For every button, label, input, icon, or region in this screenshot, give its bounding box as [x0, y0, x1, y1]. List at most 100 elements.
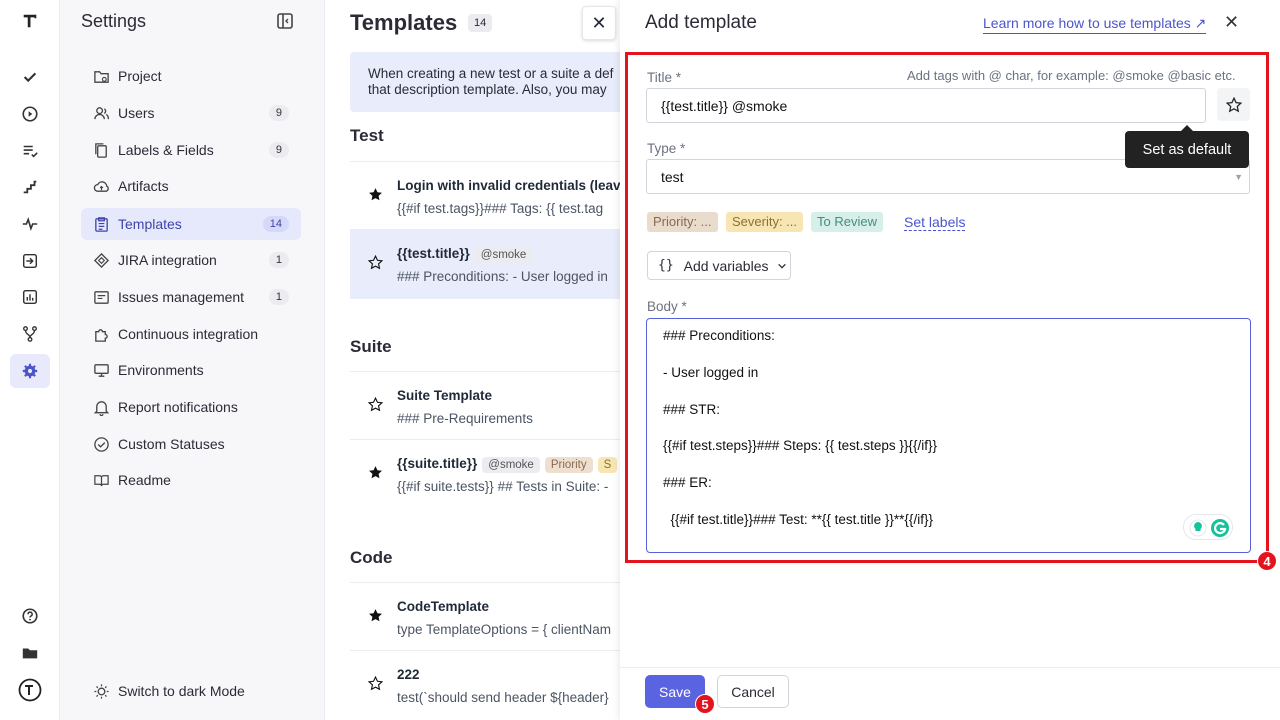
template-title: Login with invalid credentials (leave [397, 178, 620, 193]
add-template-drawer: Add template Learn more how to use templ… [620, 0, 1280, 720]
sidebar-item-label: Readme [118, 472, 171, 488]
count-badge: 9 [268, 142, 289, 158]
pulse-icon[interactable] [10, 207, 50, 241]
body-textarea[interactable]: ### Preconditions: - User logged in ### … [646, 318, 1251, 553]
count-badge: 9 [268, 105, 289, 121]
template-row[interactable]: CodeTemplate type TemplateOptions = { cl… [350, 582, 620, 652]
templates-count-badge: 14 [468, 14, 493, 32]
dark-mode-toggle[interactable]: Switch to dark Mode [81, 675, 301, 707]
title-input[interactable]: {{test.title}} @smoke [646, 88, 1206, 123]
body-line [663, 457, 1250, 475]
template-title: {{suite.title}} @smoke Priority S [397, 456, 618, 473]
info-text-line: When creating a new test or a suite a de… [368, 66, 614, 81]
template-body-preview: {{#if suite.tests}} ## Tests in Suite: - [397, 479, 609, 494]
annotation-marker: 4 [1257, 551, 1277, 571]
star-filled-icon[interactable] [368, 465, 383, 480]
body-line: ### Preconditions: [663, 328, 775, 343]
tag-badge: @smoke [474, 247, 533, 263]
template-title-text: {{suite.title}} [397, 456, 478, 471]
sidebar-item-label: Environments [118, 362, 204, 378]
template-row[interactable]: 222 test(`should send header ${header} [350, 650, 620, 720]
template-body-preview: type TemplateOptions = { clientNam [397, 622, 611, 637]
star-outline-icon[interactable] [368, 397, 383, 412]
close-button[interactable]: ✕ [582, 6, 616, 40]
template-row-selected[interactable]: {{test.title}} @smoke ### Preconditions: … [350, 229, 620, 299]
body-line: {{#if test.steps}}### Steps: {{ test.ste… [663, 438, 937, 454]
priority-label-chip[interactable]: Priority: ... [647, 212, 718, 232]
issues-icon [94, 290, 109, 304]
template-title: Suite Template [397, 388, 493, 403]
branch-icon[interactable] [10, 317, 50, 351]
close-drawer-icon[interactable]: ✕ [1224, 12, 1244, 32]
template-title-text: {{test.title}} [397, 246, 470, 261]
sidebar-item-templates[interactable]: Templates 14 [81, 208, 301, 240]
star-filled-icon[interactable] [368, 608, 383, 623]
sidebar-item-label: Report notifications [118, 399, 238, 415]
set-default-star-button[interactable] [1217, 88, 1250, 121]
section-code: Code [350, 548, 393, 567]
braces-icon: {} [658, 258, 674, 273]
template-row[interactable]: Login with invalid credentials (leave {{… [350, 161, 620, 231]
section-suite: Suite [350, 337, 392, 356]
analytics-icon[interactable] [10, 280, 50, 314]
steps-icon[interactable] [10, 170, 50, 204]
testomat-logo-icon[interactable] [10, 4, 50, 38]
play-circle-icon[interactable] [10, 97, 50, 131]
checkmark-icon[interactable] [10, 60, 50, 94]
star-outline-icon [1225, 96, 1242, 112]
template-body-preview: test(`should send header ${header} [397, 690, 609, 705]
sidebar-item-project[interactable]: Project [81, 60, 301, 92]
count-badge: 1 [268, 252, 289, 268]
add-variables-label: Add variables [683, 257, 769, 274]
sidebar-item-label: Custom Statuses [118, 436, 225, 452]
jira-icon [93, 252, 110, 268]
body-line [663, 346, 1250, 364]
sidebar-item-issues[interactable]: Issues management 1 [81, 281, 301, 313]
learn-more-link[interactable]: Learn more how to use templates ↗ [983, 15, 1207, 34]
section-test: Test [350, 126, 384, 145]
count-badge: 1 [268, 289, 289, 305]
collapse-sidebar-icon[interactable] [276, 12, 294, 30]
settings-sidebar: Settings Project Users 9 Labels & Fields… [60, 0, 325, 720]
type-label: Type * [647, 141, 686, 156]
type-selected-value: test [661, 169, 684, 185]
monitor-icon [94, 363, 109, 377]
sidebar-item-environments[interactable]: Environments [81, 354, 301, 386]
sidebar-item-artifacts[interactable]: Artifacts [81, 170, 301, 202]
star-outline-icon[interactable] [368, 676, 383, 691]
sidebar-item-label: Issues management [118, 289, 245, 305]
sidebar-item-ci[interactable]: Continuous integration [81, 318, 301, 350]
star-outline-icon[interactable] [368, 255, 383, 270]
add-variables-button[interactable]: {} Add variables [647, 251, 791, 280]
sidebar-item-custom-statuses[interactable]: Custom Statuses [81, 428, 301, 460]
sidebar-item-notifications[interactable]: Report notifications [81, 391, 301, 423]
body-line: - User logged in [663, 364, 759, 380]
settings-gear-icon[interactable] [10, 354, 50, 388]
template-body-preview: ### Preconditions: - User logged in [397, 269, 608, 284]
sidebar-item-readme[interactable]: Readme [81, 464, 301, 496]
body-line [663, 420, 1250, 438]
severity-label-chip[interactable]: Severity: ... [726, 212, 804, 232]
template-row[interactable]: {{suite.title}} @smoke Priority S {{#if sui… [350, 439, 620, 509]
sidebar-item-labels-fields[interactable]: Labels & Fields 9 [81, 134, 301, 166]
count-badge: 14 [262, 216, 289, 232]
list-check-icon[interactable] [10, 134, 50, 168]
sidebar-item-users[interactable]: Users 9 [81, 97, 301, 129]
grammarly-widget[interactable] [1183, 514, 1233, 540]
drawer-title: Add template [645, 12, 757, 33]
user-avatar-icon[interactable] [10, 673, 50, 707]
users-icon [94, 106, 110, 119]
star-filled-icon[interactable] [368, 187, 383, 202]
sidebar-item-label: Users [118, 105, 155, 121]
cancel-button[interactable]: Cancel [717, 675, 789, 708]
import-icon[interactable] [10, 244, 50, 278]
icon-rail [0, 0, 60, 720]
review-label-chip[interactable]: To Review [811, 212, 883, 232]
grammarly-icon [1189, 519, 1229, 537]
set-labels-link[interactable]: Set labels [904, 214, 966, 231]
template-row[interactable]: Suite Template ### Pre-Requirements [350, 371, 620, 441]
book-icon [94, 474, 109, 486]
sidebar-item-jira[interactable]: JIRA integration 1 [81, 244, 301, 276]
help-icon[interactable] [10, 599, 50, 633]
folder-icon[interactable] [10, 636, 50, 670]
